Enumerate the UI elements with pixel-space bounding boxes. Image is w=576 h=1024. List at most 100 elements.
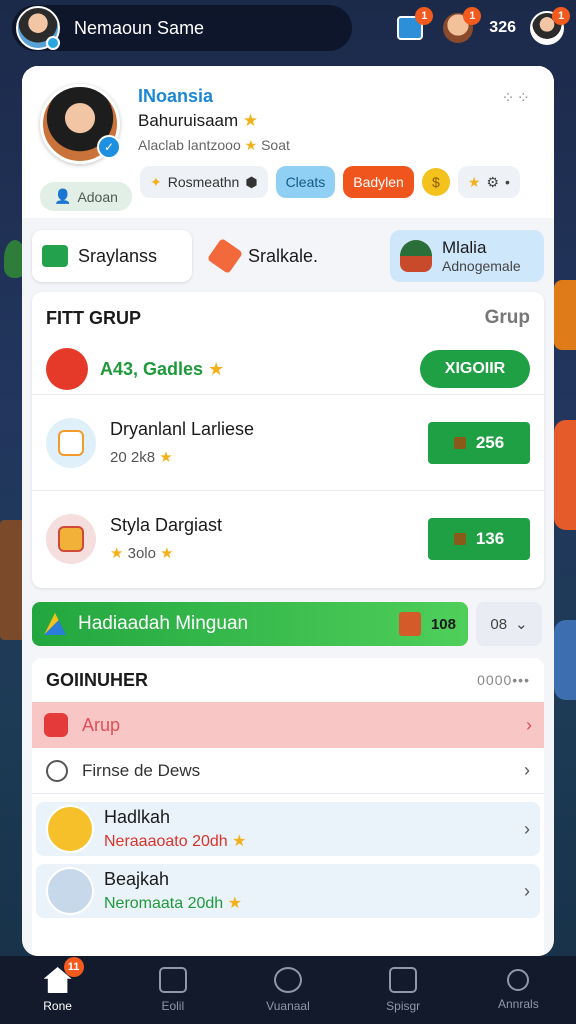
game-icon [42,245,68,267]
angry-face-icon [46,348,88,390]
item-sub-text: 3olo [127,545,156,562]
chevron-right-icon: › [524,818,530,839]
avatar[interactable] [16,6,60,50]
group-first-row: A43, Gadles ★ XIGOIIR [32,344,544,394]
dice-icon [46,417,96,468]
chip-badylen[interactable]: Badylen [343,166,414,198]
item-sub: ★ 3olo ★ [110,544,222,562]
adoan-label: Adoan [77,188,118,205]
nav-label: Eolil [161,999,185,1013]
nav-visual[interactable]: Vuanaal [238,967,338,1013]
star-icon: ★ [110,545,124,562]
nav-special[interactable]: Spisgr [353,967,453,1013]
background-house [0,520,24,640]
banner-side-dropdown[interactable]: 08 ⌄ [476,602,542,646]
profile-chips: ✦ Rosmeathn ⬢ Cleats Badylen $ ★ ⚙ • [140,166,520,198]
star-icon: ★ [467,173,481,190]
nav-label: Spisgr [386,999,421,1013]
profile-avatar[interactable]: ✓ [40,84,121,164]
chip-label: Badylen [353,174,404,190]
join-button[interactable]: XIGOIIR [420,350,530,388]
pyramid-icon [44,613,66,635]
settings-chip[interactable]: ★ ⚙ • [457,166,520,198]
profile-subtitle-extra: Soat [261,137,290,153]
group-link[interactable]: Grup [485,307,530,329]
tab-sralkale[interactable]: Sralkale. [202,230,372,282]
history-row[interactable]: Firnse de Dews › [32,748,544,794]
chip-cleats[interactable]: Cleats [275,166,336,198]
alert-row[interactable]: Arup › [32,702,544,748]
username: Nemaoun Same [74,17,205,38]
item-sub: 20 2k8 ★ [110,448,254,466]
nav-home[interactable]: 11 Rone [8,957,108,1013]
banner-value: 108 [430,615,456,633]
house-icon [400,240,432,272]
item-sub-text: 20 2k8 [110,449,156,466]
user-profile-pill[interactable]: Nemaoun Same [12,5,352,51]
nav-label: Annrals [498,997,539,1011]
list-item[interactable]: Dryanlanl Larliese 20 2k8 ★ 256 [32,394,544,490]
list-item[interactable]: Hadlkah Neraaaoato 20dh ★ › [36,802,540,856]
user-icon: 👤 [54,188,72,204]
score-value: 136 [475,528,505,548]
item-sub-text: Neromaata 20dh [104,895,224,912]
score-button[interactable]: 136 [428,517,530,560]
star-icon: ★ [160,545,174,562]
star-icon: ★ [208,358,225,379]
section-title: FITT GRUP [46,307,141,328]
chevron-down-icon: ⌄ [515,616,528,633]
star-icon: ✦ [150,173,162,190]
group-first-label-text: A43, Gadles [100,358,204,379]
weekly-banner[interactable]: Hadiaadah Minguan 108 [32,602,468,646]
nav-label: Vuanaal [266,999,310,1013]
more-options-icon[interactable]: ⁘⁘ [501,88,532,108]
compass-icon [273,967,302,993]
section-title: GOIINUHER [46,669,149,690]
chevron-right-icon: › [524,760,530,780]
nav-edit[interactable]: Eolil [123,967,223,1013]
profile-button[interactable]: 1 [530,7,570,45]
search-icon [507,969,530,991]
list-item[interactable]: Styla Dargiast ★ 3olo ★ 136 [32,490,544,586]
main-card: ✓ INoansia Bahuruisaam ★ Alaclab lantzoo… [22,66,554,956]
list-item[interactable]: Beajkah Neromaata 20dh ★ › [36,864,540,918]
clock-icon [46,759,68,782]
verified-icon [46,36,60,50]
nav-label: Rone [43,999,72,1013]
alert-icon [44,713,68,737]
tab-mlalia[interactable]: Mlalia Adnogemale [390,230,544,282]
notification-badge: 1 [463,7,482,25]
adoan-button[interactable]: 👤 Adoan [40,182,132,211]
nav-search[interactable]: Annrals [468,969,568,1011]
profile-name: Bahuruisaam ★ [138,111,290,131]
score-value: 256 [475,432,505,452]
item-name: Dryanlanl Larliese [110,419,255,439]
star-icon: ★ [232,833,247,850]
thumb-icon [453,436,466,449]
character-avatar-icon [46,805,94,853]
alert-label: Arup [82,714,121,735]
tab-sraylanss[interactable]: Sraylanss [32,230,192,282]
notification-badge: 1 [415,7,434,25]
star-icon: ★ [159,449,173,466]
edit-icon [158,967,187,993]
item-name: Beajkah [104,869,170,889]
background-character [554,420,576,530]
background-character [554,280,576,350]
coin-icon[interactable]: $ [421,168,450,196]
side-label: 08 [490,615,508,633]
banner-label: Hadiaadah Minguan [78,613,249,634]
score-button[interactable]: 256 [428,421,530,464]
profile-brand: INoansia [138,86,214,106]
second-section: GOIINUHER 0000••• Arup › Firnse de Dews … [32,658,544,956]
more-options-icon[interactable]: 0000••• [477,672,530,688]
verified-icon: ✓ [97,135,121,159]
chevron-right-icon: › [526,714,532,735]
group-section: FITT GRUP Grup A43, Gadles ★ XIGOIIR Dry… [32,292,544,588]
star-icon: ★ [244,137,258,153]
calendar-button[interactable]: 1 [393,7,434,45]
chip-rosmeathn[interactable]: ✦ Rosmeathn ⬢ [140,166,268,198]
top-bar: Nemaoun Same 1 1 326 1 [0,0,576,56]
friends-button[interactable]: 1 [441,7,482,45]
background-character [554,620,576,700]
